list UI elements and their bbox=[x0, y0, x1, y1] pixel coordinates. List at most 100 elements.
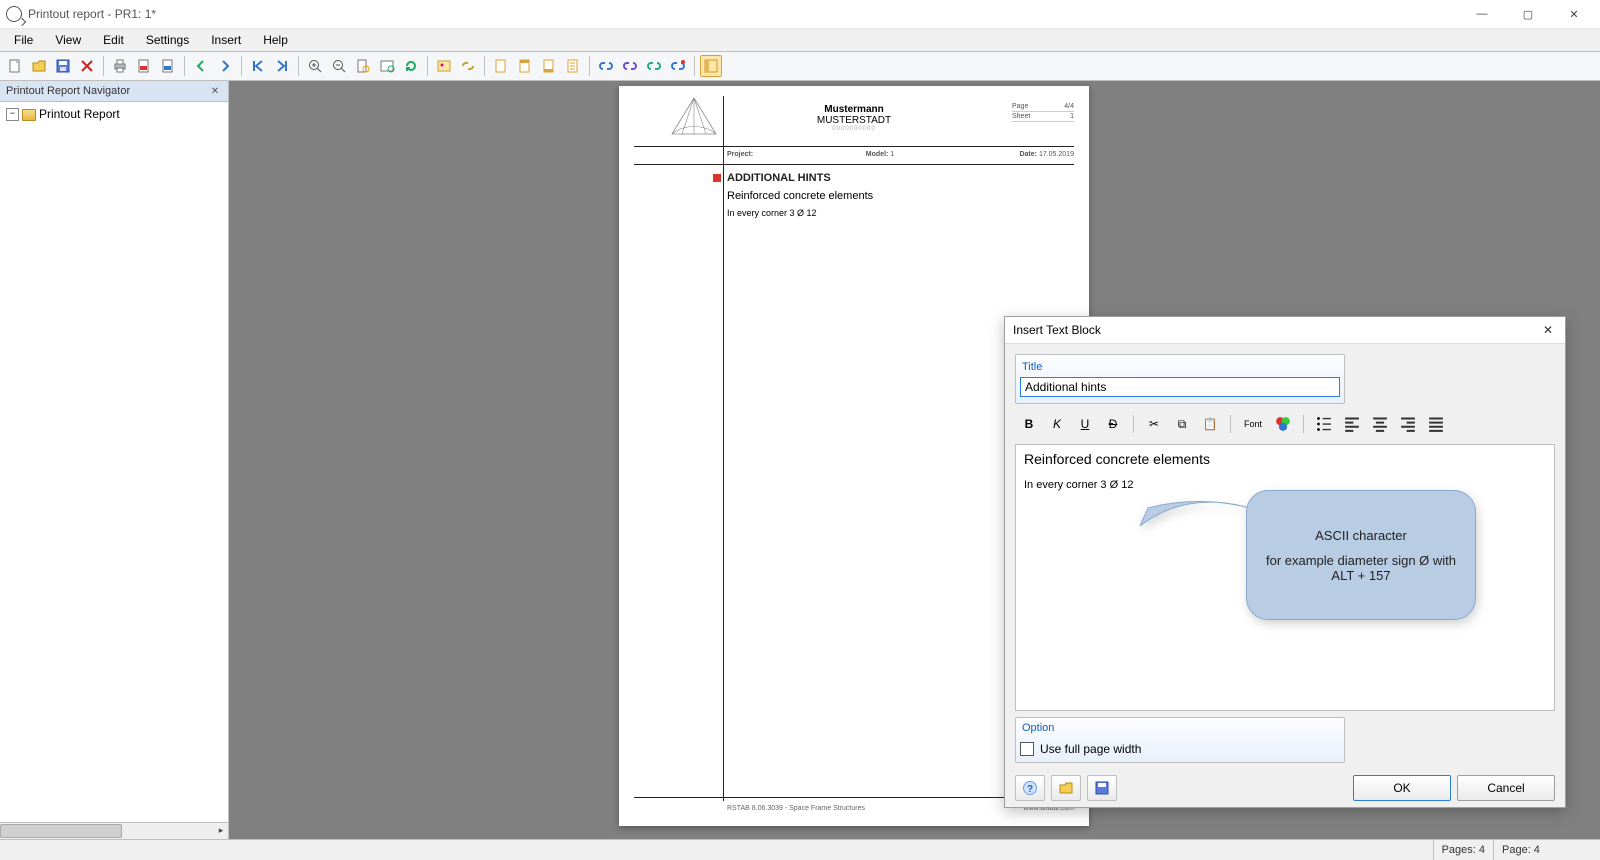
link3-icon[interactable] bbox=[643, 55, 665, 77]
dialog-section-title: Title bbox=[1020, 359, 1340, 377]
menu-insert[interactable]: Insert bbox=[201, 31, 251, 49]
tree-root[interactable]: Printout Report bbox=[39, 107, 120, 121]
link1-icon[interactable] bbox=[595, 55, 617, 77]
menu-bar: File View Edit Settings Insert Help bbox=[0, 29, 1600, 52]
navigator-close-icon[interactable]: ✕ bbox=[208, 84, 222, 98]
navigator-header: Printout Report Navigator ✕ bbox=[0, 81, 228, 102]
load-text-button[interactable] bbox=[1051, 775, 1081, 801]
page-project-label: Project: bbox=[727, 151, 753, 158]
close-window-button[interactable]: ✕ bbox=[1562, 5, 1586, 23]
dialog-title: Insert Text Block bbox=[1013, 323, 1101, 337]
page-setup-icon[interactable] bbox=[490, 55, 512, 77]
navigator-tree[interactable]: −Printout Report Contents −RSTAB Model -… bbox=[0, 102, 228, 822]
nav-last-icon[interactable] bbox=[271, 55, 293, 77]
navigator-hscrollbar[interactable]: ◂▸ bbox=[0, 822, 228, 839]
page-contents-icon[interactable] bbox=[562, 55, 584, 77]
export-pdf-icon[interactable] bbox=[133, 55, 155, 77]
new-icon[interactable] bbox=[4, 55, 26, 77]
page-page-value: 4/4 bbox=[1064, 103, 1074, 110]
page-heading: ADDITIONAL HINTS bbox=[727, 172, 1074, 184]
export-rtf-icon[interactable] bbox=[157, 55, 179, 77]
menu-view[interactable]: View bbox=[45, 31, 91, 49]
zoom-page-icon[interactable] bbox=[352, 55, 374, 77]
cut-icon[interactable]: ✂ bbox=[1142, 413, 1166, 435]
page-line1: Reinforced concrete elements bbox=[727, 190, 1074, 202]
navigator-panel: Printout Report Navigator ✕ −Printout Re… bbox=[0, 81, 229, 839]
app-icon bbox=[6, 6, 22, 22]
page-insertion-marker bbox=[713, 174, 721, 182]
page-model-label: Model: bbox=[866, 151, 889, 158]
refresh-icon[interactable] bbox=[400, 55, 422, 77]
menu-help[interactable]: Help bbox=[253, 31, 298, 49]
report-canvas[interactable]: Mustermann MUSTERSTADT 0000000000 Page4/… bbox=[229, 81, 1600, 839]
page-logo-icon bbox=[664, 96, 724, 141]
font-button[interactable]: Font bbox=[1239, 413, 1267, 435]
paste-icon[interactable]: 📋 bbox=[1198, 413, 1222, 435]
insert-image-icon[interactable] bbox=[433, 55, 455, 77]
zoom-fit-icon[interactable] bbox=[376, 55, 398, 77]
window-title: Printout report - PR1: 1* bbox=[28, 7, 156, 21]
status-bar: Pages: 4 Page: 4 bbox=[0, 839, 1600, 860]
delete-icon[interactable] bbox=[76, 55, 98, 77]
status-pages-total: Pages: 4 bbox=[1433, 840, 1493, 860]
toggle-navigator-icon[interactable] bbox=[700, 55, 722, 77]
maximize-button[interactable]: ▢ bbox=[1516, 5, 1540, 23]
copy-icon[interactable]: ⧉ bbox=[1170, 413, 1194, 435]
save-text-button[interactable] bbox=[1087, 775, 1117, 801]
page-model-value: 1 bbox=[890, 151, 894, 158]
page-page-label: Page bbox=[1012, 103, 1028, 110]
open-icon[interactable] bbox=[28, 55, 50, 77]
dialog-close-icon[interactable]: ✕ bbox=[1539, 321, 1557, 339]
hint-callout: ASCII character for example diameter sig… bbox=[1226, 490, 1476, 620]
navigator-title: Printout Report Navigator bbox=[6, 85, 130, 97]
align-right-icon[interactable] bbox=[1396, 413, 1420, 435]
color-icon[interactable] bbox=[1271, 413, 1295, 435]
dialog-section-option: Option bbox=[1020, 720, 1340, 738]
zoom-out-icon[interactable] bbox=[328, 55, 350, 77]
bold-icon[interactable]: B bbox=[1017, 413, 1041, 435]
callout-line2: for example diameter sign Ø with ALT + 1… bbox=[1261, 553, 1461, 583]
menu-file[interactable]: File bbox=[4, 31, 43, 49]
print-icon[interactable] bbox=[109, 55, 131, 77]
insert-text-block-dialog: Insert Text Block ✕ Title B K U Đ ✂ ⧉ 📋 bbox=[1004, 316, 1566, 808]
page-header-icon[interactable] bbox=[514, 55, 536, 77]
page-date-label: Date: bbox=[1019, 151, 1037, 158]
minimize-button[interactable]: — bbox=[1470, 5, 1494, 23]
window-titlebar: Printout report - PR1: 1* — ▢ ✕ bbox=[0, 0, 1600, 29]
align-left-icon[interactable] bbox=[1340, 413, 1364, 435]
page-company-city: MUSTERSTADT bbox=[817, 115, 891, 126]
link4-icon[interactable] bbox=[667, 55, 689, 77]
nav-first-icon[interactable] bbox=[247, 55, 269, 77]
cancel-button[interactable]: Cancel bbox=[1457, 775, 1555, 801]
svg-text:?: ? bbox=[1027, 784, 1033, 795]
page-line2: In every corner 3 Ø 12 bbox=[727, 208, 1074, 218]
editor-heading: Reinforced concrete elements bbox=[1024, 451, 1546, 467]
save-icon[interactable] bbox=[52, 55, 74, 77]
page-sheet-label: Sheet bbox=[1012, 113, 1030, 120]
callout-line1: ASCII character bbox=[1315, 528, 1407, 543]
link2-icon[interactable] bbox=[619, 55, 641, 77]
ok-button[interactable]: OK bbox=[1353, 775, 1451, 801]
menu-settings[interactable]: Settings bbox=[136, 31, 199, 49]
italic-icon[interactable]: K bbox=[1045, 413, 1069, 435]
title-input[interactable] bbox=[1020, 377, 1340, 397]
insert-link-icon[interactable] bbox=[457, 55, 479, 77]
nav-prev-icon[interactable] bbox=[190, 55, 212, 77]
page-footer-left: RSTAB 8.06.3039 - Space Frame Structures bbox=[727, 805, 865, 812]
zoom-in-icon[interactable] bbox=[304, 55, 326, 77]
bullets-icon[interactable] bbox=[1312, 413, 1336, 435]
page-footer-icon[interactable] bbox=[538, 55, 560, 77]
main-toolbar bbox=[0, 52, 1600, 81]
strike-icon[interactable]: Đ bbox=[1101, 413, 1125, 435]
full-width-checkbox[interactable]: Use full page width bbox=[1020, 742, 1340, 756]
text-editor[interactable]: Reinforced concrete elements In every co… bbox=[1015, 444, 1555, 711]
help-button[interactable]: ? bbox=[1015, 775, 1045, 801]
status-page-current: Page: 4 bbox=[1493, 840, 1600, 860]
align-center-icon[interactable] bbox=[1368, 413, 1392, 435]
page-sheet-value: 1 bbox=[1070, 113, 1074, 120]
nav-next-icon[interactable] bbox=[214, 55, 236, 77]
menu-edit[interactable]: Edit bbox=[93, 31, 134, 49]
underline-icon[interactable]: U bbox=[1073, 413, 1097, 435]
align-justify-icon[interactable] bbox=[1424, 413, 1448, 435]
full-width-label: Use full page width bbox=[1040, 742, 1141, 756]
